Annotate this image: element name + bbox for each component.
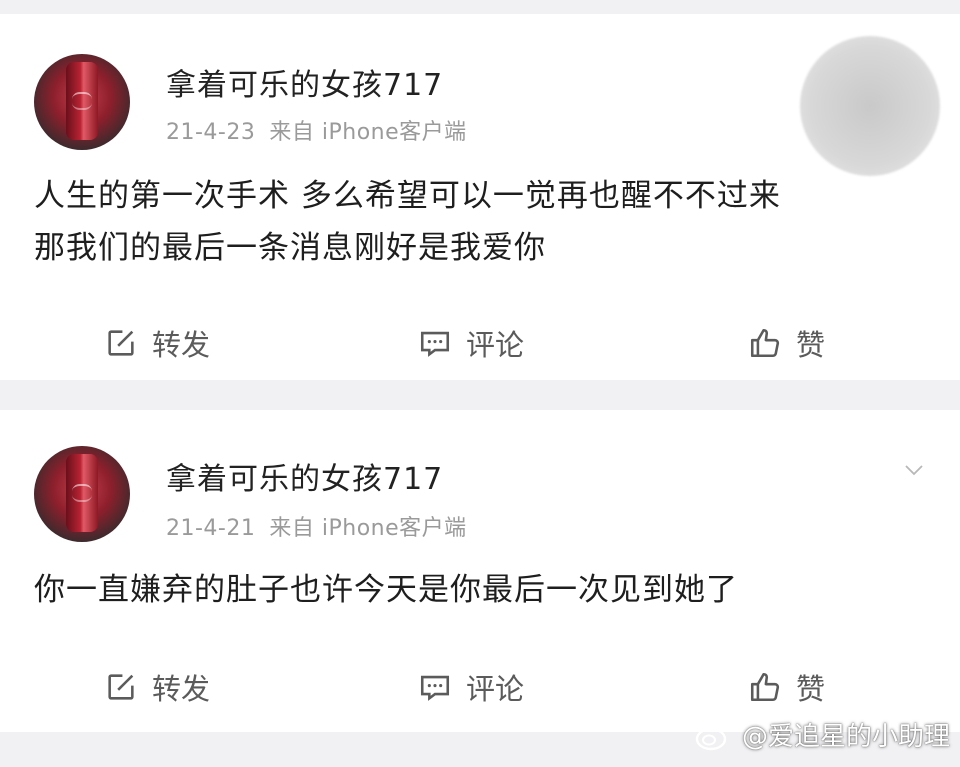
repost-label: 转发 [152,328,211,362]
content-line: 你一直嫌弃的肚子也许今天是你最后一次见到她了 [34,572,738,608]
avatar[interactable] [34,446,130,542]
edit-square-icon [108,674,134,700]
post-card[interactable]: 拿着可乐的女孩717 21-4-21 来自 iPhone客户端 你一直嫌弃的肚子也… [0,410,960,732]
comment-bubble-icon [420,331,450,357]
comment-button[interactable]: 评论 [418,662,524,712]
post-source: 来自 iPhone客户端 [269,516,467,541]
like-button[interactable]: 赞 [748,318,825,368]
post-date: 21-4-21 [166,516,256,541]
thumbs-up-icon [750,328,780,358]
username[interactable]: 拿着可乐的女孩717 [166,454,443,498]
comment-label: 评论 [466,672,525,706]
chevron-down-icon[interactable] [902,458,926,482]
post-content: 你一直嫌弃的肚子也许今天是你最后一次见到她了 [34,564,738,616]
post-card[interactable]: 拿着可乐的女孩717 21-4-23 来自 iPhone客户端 人生的第一次手术 … [0,14,960,380]
watermark-text: @爱追星的小助理 [741,722,950,752]
post-date: 21-4-23 [166,120,256,145]
weibo-logo-icon [695,722,732,750]
blurred-image [800,36,940,176]
like-button[interactable]: 赞 [748,662,825,712]
like-label: 赞 [796,328,826,362]
comment-bubble-icon [420,675,450,701]
comment-label: 评论 [466,328,525,362]
watermark: @爱追星的小助理 [694,716,950,753]
content-line: 人生的第一次手术 多么希望可以一觉再也醒不不过来 [34,178,781,214]
post-meta: 21-4-21 来自 iPhone客户端 [166,510,467,542]
content-line: 那我们的最后一条消息刚好是我爱你 [34,230,546,266]
action-bar: 转发 评论 赞 [0,662,960,712]
comment-button[interactable]: 评论 [418,318,524,368]
like-label: 赞 [796,672,826,706]
avatar[interactable] [34,54,130,150]
post-content: 人生的第一次手术 多么希望可以一觉再也醒不不过来 那我们的最后一条消息刚好是我爱… [34,170,781,274]
repost-button[interactable]: 转发 [104,318,210,368]
edit-square-icon [108,330,134,356]
thumbs-up-icon [750,672,780,702]
repost-label: 转发 [152,672,211,706]
action-bar: 转发 评论 赞 [0,318,960,368]
repost-button[interactable]: 转发 [104,662,210,712]
post-source: 来自 iPhone客户端 [269,120,467,145]
post-meta: 21-4-23 来自 iPhone客户端 [166,114,467,146]
username[interactable]: 拿着可乐的女孩717 [166,60,443,104]
